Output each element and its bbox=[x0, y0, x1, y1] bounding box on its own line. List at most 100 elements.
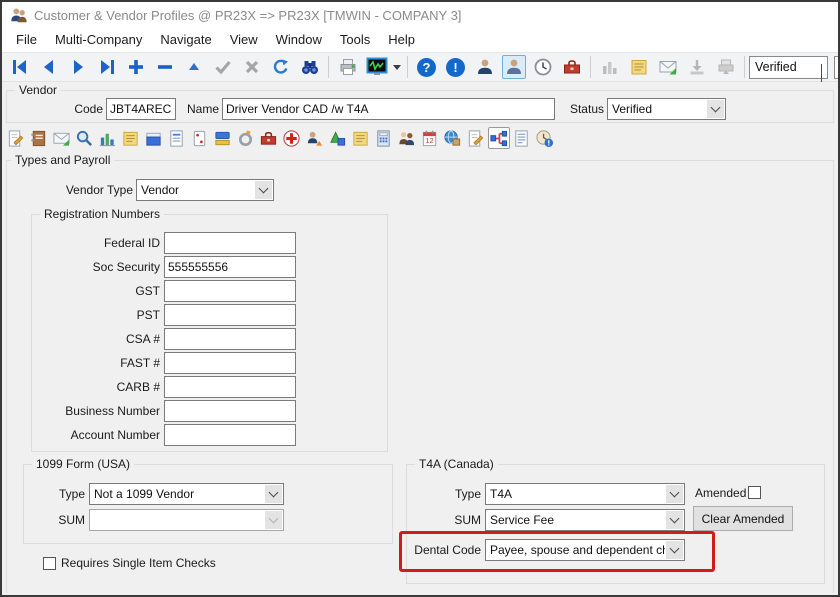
single-item-checks-checkbox[interactable] bbox=[43, 557, 56, 570]
chevron-down-icon bbox=[666, 541, 683, 559]
single-item-checks-label: Requires Single Item Checks bbox=[61, 556, 216, 571]
form-1099-label: 1099 Form (USA) bbox=[32, 457, 134, 471]
t4a-type-label: Type bbox=[435, 483, 481, 505]
globe-package-icon[interactable] bbox=[442, 127, 464, 149]
address-book-icon[interactable] bbox=[28, 127, 50, 149]
monitor-dropdown-icon[interactable] bbox=[391, 55, 403, 79]
notepad-icon[interactable] bbox=[350, 127, 372, 149]
monitor-icon[interactable] bbox=[365, 55, 389, 79]
card-icon[interactable] bbox=[189, 127, 211, 149]
session-info-icon[interactable] bbox=[534, 127, 556, 149]
chart-icon[interactable] bbox=[598, 55, 622, 79]
soc-security-input[interactable] bbox=[164, 256, 296, 278]
toolbox-icon[interactable] bbox=[560, 55, 584, 79]
report-icon[interactable] bbox=[166, 127, 188, 149]
form-1099-type-dropdown[interactable]: Not a 1099 Vendor bbox=[89, 483, 284, 505]
customer-profile-icon[interactable] bbox=[473, 55, 497, 79]
edit-document-icon[interactable] bbox=[5, 127, 27, 149]
print-icon[interactable] bbox=[336, 55, 360, 79]
toolbar-separator bbox=[328, 56, 329, 78]
chevron-down-icon bbox=[265, 485, 282, 503]
clock-icon[interactable] bbox=[531, 55, 555, 79]
account-number-input[interactable] bbox=[164, 424, 296, 446]
delete-record-icon[interactable] bbox=[153, 55, 177, 79]
help-icon[interactable]: ? bbox=[415, 55, 439, 79]
types-payroll-label: Types and Payroll bbox=[11, 153, 114, 167]
person-export-icon[interactable] bbox=[304, 127, 326, 149]
gst-input[interactable] bbox=[164, 280, 296, 302]
previous-record-icon[interactable] bbox=[37, 55, 61, 79]
link-icon[interactable] bbox=[235, 127, 257, 149]
notes-icon[interactable] bbox=[120, 127, 142, 149]
add-record-icon[interactable] bbox=[124, 55, 148, 79]
form-1099-sum-dropdown[interactable] bbox=[89, 509, 284, 531]
code-label: Code bbox=[37, 98, 103, 120]
csa-input[interactable] bbox=[164, 328, 296, 350]
vendor-profile-icon[interactable] bbox=[502, 55, 526, 79]
about-glyph: ! bbox=[446, 58, 465, 77]
document-lines-icon[interactable] bbox=[511, 127, 533, 149]
fast-input[interactable] bbox=[164, 352, 296, 374]
name-input[interactable] bbox=[222, 98, 555, 120]
t4a-sum-dropdown[interactable]: Service Fee bbox=[485, 509, 685, 531]
chevron-down-icon bbox=[666, 485, 683, 503]
export-icon[interactable] bbox=[714, 55, 738, 79]
menu-tools[interactable]: Tools bbox=[331, 28, 379, 52]
card-file-icon[interactable] bbox=[143, 127, 165, 149]
toolbox-icon[interactable] bbox=[258, 127, 280, 149]
email-icon[interactable] bbox=[51, 127, 73, 149]
chart-icon[interactable] bbox=[97, 127, 119, 149]
shapes-icon[interactable] bbox=[327, 127, 349, 149]
medical-icon[interactable] bbox=[281, 127, 303, 149]
save-icon[interactable] bbox=[211, 55, 235, 79]
status-filter-dropdown[interactable]: Verified bbox=[749, 56, 828, 79]
amended-label: Amended bbox=[695, 486, 746, 501]
menu-file[interactable]: File bbox=[7, 28, 46, 52]
caret-down-icon bbox=[393, 65, 401, 70]
menu-view[interactable]: View bbox=[221, 28, 267, 52]
t4a-type-dropdown[interactable]: T4A bbox=[485, 483, 685, 505]
amended-checkbox[interactable] bbox=[748, 486, 761, 499]
refresh-icon[interactable] bbox=[269, 55, 293, 79]
search-icon[interactable] bbox=[74, 127, 96, 149]
menu-window[interactable]: Window bbox=[267, 28, 331, 52]
vendor-type-dropdown[interactable]: Vendor bbox=[136, 179, 274, 201]
find-icon[interactable] bbox=[298, 55, 322, 79]
payment-icon[interactable] bbox=[212, 127, 234, 149]
types-payroll-group: Types and Payroll Vendor Type Vendor Reg… bbox=[6, 160, 834, 593]
t4a-type-value: T4A bbox=[490, 484, 665, 504]
business-number-input[interactable] bbox=[164, 400, 296, 422]
import-icon[interactable] bbox=[685, 55, 709, 79]
people-icon[interactable] bbox=[396, 127, 418, 149]
menu-navigate[interactable]: Navigate bbox=[151, 28, 220, 52]
calendar-icon[interactable]: 12 bbox=[419, 127, 441, 149]
email-icon[interactable] bbox=[656, 55, 680, 79]
notes-icon[interactable] bbox=[627, 55, 651, 79]
menu-bar: File Multi-Company Navigate View Window … bbox=[2, 28, 838, 52]
collapse-icon[interactable] bbox=[182, 55, 206, 79]
title-bar: Customer & Vendor Profiles @ PR23X => PR… bbox=[2, 2, 838, 28]
fast-label: FAST # bbox=[32, 352, 160, 374]
help-glyph: ? bbox=[417, 58, 436, 77]
vendor-type-value: Vendor bbox=[141, 180, 254, 200]
edit-document-2-icon[interactable] bbox=[465, 127, 487, 149]
next-record-icon[interactable] bbox=[66, 55, 90, 79]
pst-input[interactable] bbox=[164, 304, 296, 326]
carb-input[interactable] bbox=[164, 376, 296, 398]
last-record-icon[interactable] bbox=[95, 55, 119, 79]
federal-id-input[interactable] bbox=[164, 232, 296, 254]
dental-code-dropdown[interactable]: Payee, spouse and dependent chi bbox=[485, 539, 685, 561]
app-window: Customer & Vendor Profiles @ PR23X => PR… bbox=[0, 0, 840, 597]
about-icon[interactable]: ! bbox=[444, 55, 468, 79]
scope-filter-dropdown[interactable]: All bbox=[834, 56, 840, 79]
status-value: Verified bbox=[612, 99, 706, 119]
menu-multi-company[interactable]: Multi-Company bbox=[46, 28, 151, 52]
carb-label: CARB # bbox=[32, 376, 160, 398]
status-dropdown[interactable]: Verified bbox=[607, 98, 726, 120]
org-chart-icon[interactable] bbox=[488, 127, 510, 149]
cancel-icon[interactable] bbox=[240, 55, 264, 79]
clear-amended-button[interactable]: Clear Amended bbox=[693, 506, 793, 531]
first-record-icon[interactable] bbox=[8, 55, 32, 79]
menu-help[interactable]: Help bbox=[379, 28, 424, 52]
calculator-icon[interactable] bbox=[373, 127, 395, 149]
